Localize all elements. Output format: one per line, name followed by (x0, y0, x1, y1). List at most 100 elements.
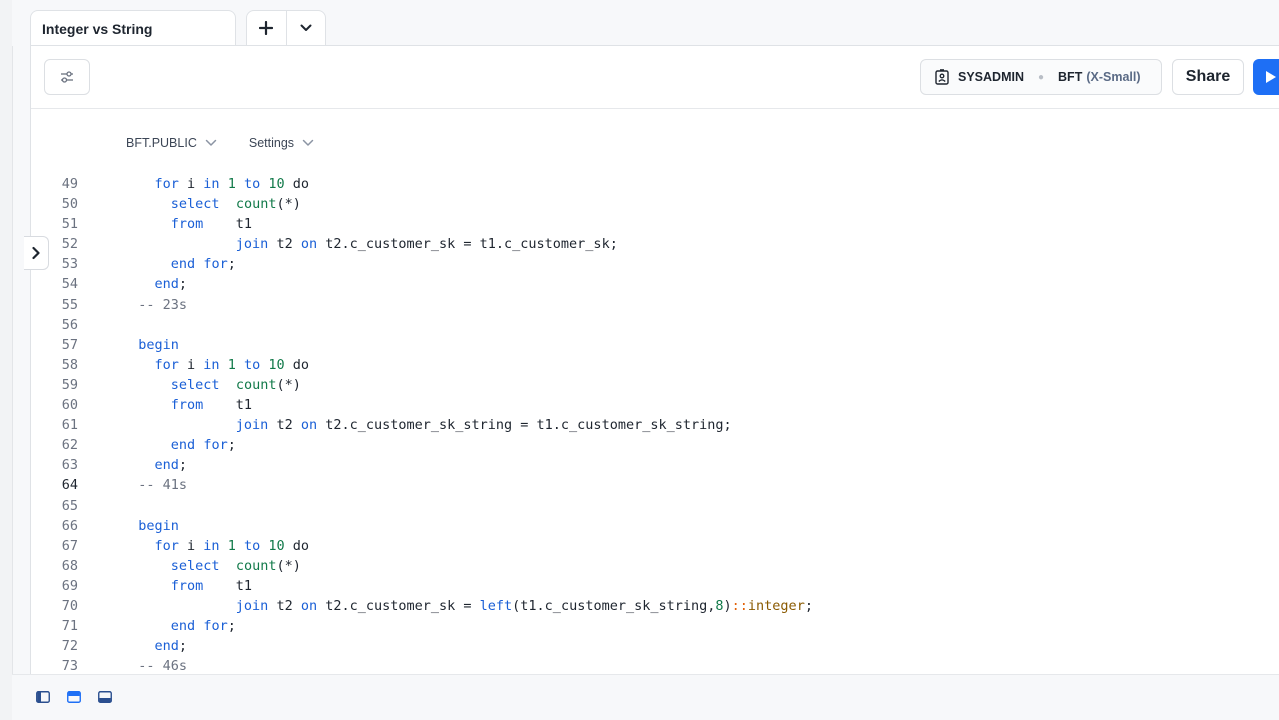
code-line[interactable]: 68 select count(*) (31, 556, 1279, 576)
code-line[interactable]: 70 join t2 on t2.c_customer_sk = left(t1… (31, 596, 1279, 616)
chevron-down-icon (205, 139, 217, 146)
code-token: for (203, 437, 228, 454)
line-number: 71 (61, 618, 78, 635)
code-token: from (170, 577, 204, 594)
code-text: join t2 on t2.c_customer_sk = t1.c_custo… (122, 234, 618, 254)
expand-sidebar-button[interactable] (24, 236, 49, 270)
line-number: 65 (61, 497, 78, 514)
line-number: 66 (61, 517, 78, 534)
code-line[interactable]: 52 join t2 on t2.c_customer_sk = t1.c_cu… (31, 234, 1279, 254)
separator-dot: ● (1037, 71, 1045, 83)
code-token: for (154, 176, 179, 192)
code-token: do (284, 356, 310, 373)
line-number: 68 (61, 557, 78, 574)
sql-code-editor[interactable]: 49 for i in 1 to 10 do 50 select count(*)… (31, 174, 1279, 676)
tab-actions (246, 10, 326, 46)
line-number: 49 (61, 176, 78, 192)
line-number: 58 (61, 356, 78, 373)
filter-button[interactable] (44, 59, 90, 95)
code-token: select (170, 196, 220, 213)
code-token: 10 (268, 537, 285, 554)
role-label: SYSADMIN (958, 70, 1024, 84)
code-line[interactable]: 66 begin (31, 516, 1279, 536)
line-number: 60 (61, 397, 78, 414)
code-text: select count(*) (122, 375, 301, 395)
code-token: t2 (268, 236, 301, 253)
code-line[interactable]: 55 -- 23s (31, 295, 1279, 315)
code-line[interactable]: 67 for i in 1 to 10 do (31, 536, 1279, 556)
code-token: i (178, 356, 204, 373)
code-line[interactable]: 64 -- 41s (31, 475, 1279, 495)
code-token: ) (723, 597, 732, 614)
line-number: 64 (61, 477, 78, 494)
add-tab-button[interactable] (247, 11, 286, 45)
warehouse-label: BFT (1058, 70, 1083, 84)
code-text: select count(*) (122, 556, 301, 576)
code-line[interactable]: 71 end for; (31, 616, 1279, 636)
panel-bottom-icon[interactable] (97, 689, 113, 705)
code-line[interactable]: 62 end for; (31, 435, 1279, 455)
code-line[interactable]: 58 for i in 1 to 10 do (31, 355, 1279, 375)
code-token: 8 (715, 597, 724, 614)
code-token: i (178, 537, 204, 554)
code-line[interactable]: 65 (31, 496, 1279, 516)
tab-integer-vs-string[interactable]: Integer vs String (30, 10, 236, 46)
filter-sliders-icon (61, 71, 73, 83)
code-token: count (235, 557, 277, 574)
code-line[interactable]: 61 join t2 on t2.c_customer_sk_string = … (31, 415, 1279, 435)
line-number: 72 (61, 638, 78, 655)
code-line[interactable]: 51 from t1 (31, 214, 1279, 234)
line-number: 56 (61, 316, 78, 333)
code-text: end; (122, 455, 188, 475)
code-token: (*) (276, 196, 301, 213)
code-token: from (170, 397, 204, 414)
line-number: 63 (61, 457, 78, 474)
run-button[interactable] (1253, 59, 1279, 95)
code-line[interactable]: 56 (31, 315, 1279, 335)
line-number: 67 (61, 537, 78, 554)
code-line[interactable]: 49 for i in 1 to 10 do (31, 174, 1279, 194)
code-line[interactable]: 57 begin (31, 335, 1279, 355)
line-number: 61 (61, 417, 78, 434)
code-token: (t1.c_customer_sk_string, (512, 597, 716, 614)
code-line[interactable]: 72 end; (31, 636, 1279, 656)
code-token: for (154, 537, 179, 554)
code-token: in (203, 356, 220, 373)
code-token: i (178, 176, 204, 192)
code-token: to (243, 176, 261, 192)
code-text: -- 23s (122, 295, 187, 315)
code-token: to (243, 356, 261, 373)
code-line[interactable]: 50 select count(*) (31, 194, 1279, 214)
code-text: join t2 on t2.c_customer_sk_string = t1.… (122, 415, 732, 435)
line-number: 69 (61, 577, 78, 594)
chevron-right-icon (32, 246, 40, 260)
code-token: ; (227, 437, 236, 454)
code-text: end for; (122, 254, 236, 274)
sidebar-left-icon[interactable] (35, 689, 51, 705)
tab-menu-button[interactable] (285, 11, 326, 45)
code-line[interactable]: 63 end; (31, 455, 1279, 475)
code-token: begin (138, 517, 179, 534)
share-button[interactable]: Share (1172, 59, 1244, 95)
code-text: end; (122, 274, 188, 294)
code-line[interactable]: 59 select count(*) (31, 375, 1279, 395)
code-line[interactable]: 54 end; (31, 274, 1279, 294)
role-warehouse-selector[interactable]: SYSADMIN ● BFT (X-Small) (920, 59, 1162, 95)
line-number: 50 (61, 196, 78, 213)
code-token: do (284, 537, 310, 554)
code-token: for (203, 256, 228, 273)
code-token: count (235, 376, 277, 393)
settings-selector[interactable]: Settings (249, 136, 314, 150)
code-line[interactable]: 60 from t1 (31, 395, 1279, 415)
panel-top-icon[interactable] (66, 689, 82, 705)
code-token: from (170, 216, 204, 233)
code-text: from t1 (122, 576, 252, 596)
code-text: end for; (122, 435, 236, 455)
code-line[interactable]: 53 end for; (31, 254, 1279, 274)
code-token: t1 (203, 216, 253, 233)
database-label: BFT.PUBLIC (126, 136, 197, 150)
database-selector[interactable]: BFT.PUBLIC (126, 136, 217, 150)
code-line[interactable]: 69 from t1 (31, 576, 1279, 596)
